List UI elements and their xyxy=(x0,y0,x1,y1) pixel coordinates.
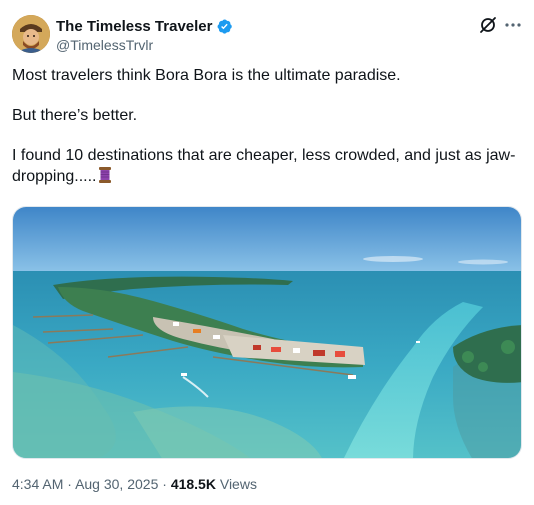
more-options-icon[interactable] xyxy=(502,14,524,36)
author-avatar[interactable] xyxy=(12,15,50,53)
tweet-paragraph-3-text: I found 10 destinations that are cheaper… xyxy=(12,147,516,185)
grok-icon[interactable] xyxy=(478,15,498,35)
meta-separator-2: · xyxy=(162,476,167,492)
aerial-island-photo-icon xyxy=(13,207,521,458)
tweet-paragraph-2: But there’s better. xyxy=(12,107,138,124)
author-handle[interactable]: @TimelessTrvlr xyxy=(56,37,233,53)
tweet-card: The Timeless Traveler @TimelessTrvlr Mos… xyxy=(0,0,534,505)
tweet-paragraph-1: Most travelers think Bora Bora is the ul… xyxy=(12,67,401,84)
author-name[interactable]: The Timeless Traveler xyxy=(56,18,212,35)
verified-badge-icon[interactable] xyxy=(216,18,233,35)
meta-separator: · xyxy=(67,476,72,492)
author-info: The Timeless Traveler @TimelessTrvlr xyxy=(56,16,233,53)
tweet-timestamp-date[interactable]: Aug 30, 2025 xyxy=(75,476,158,492)
avatar-image xyxy=(12,15,50,53)
tweet-timestamp-time[interactable]: 4:34 AM xyxy=(12,476,63,492)
tweet-meta: 4:34 AM · Aug 30, 2025 · 418.5K Views xyxy=(12,476,257,492)
author-name-row: The Timeless Traveler xyxy=(56,16,233,36)
spool-of-thread-emoji-icon xyxy=(98,167,112,183)
views-count: 418.5K xyxy=(170,476,216,492)
tweet-photo[interactable] xyxy=(12,206,522,459)
views-label: Views xyxy=(219,476,257,492)
tweet-paragraph-3: I found 10 destinations that are cheaper… xyxy=(12,145,522,187)
tweet-text: Most travelers think Bora Bora is the ul… xyxy=(12,65,522,187)
